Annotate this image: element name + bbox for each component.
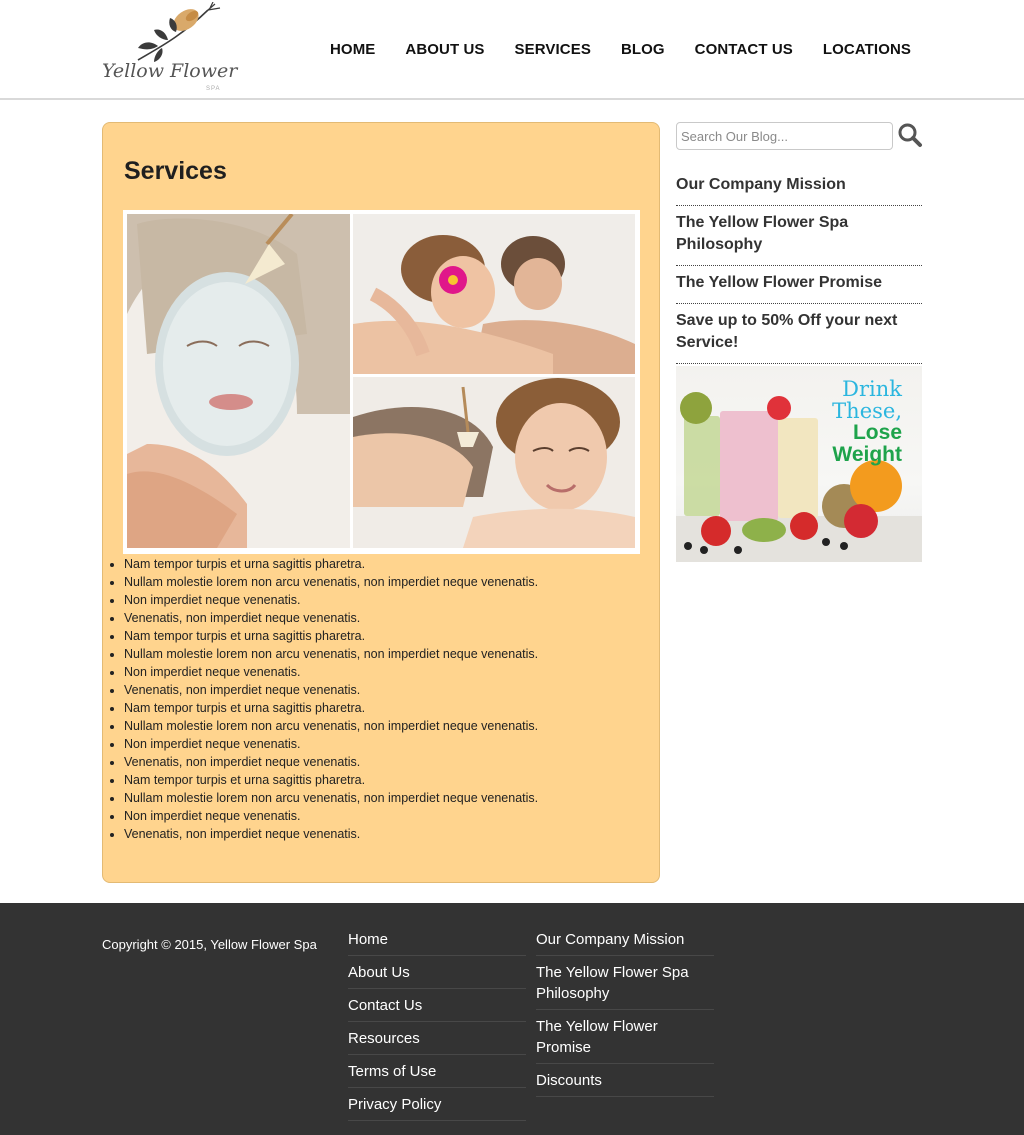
nav-about-us[interactable]: ABOUT US (405, 41, 484, 58)
nav-locations[interactable]: LOCATIONS (823, 41, 911, 58)
logo-wordmark: Yellow Flower (102, 60, 238, 82)
footer-links-column-2: Our Company Mission The Yellow Flower Sp… (536, 923, 714, 1097)
list-item: Non imperdiet neque venenatis. (124, 663, 643, 681)
site-header: Yellow Flower SPA HOME ABOUT US SERVICES… (0, 0, 1024, 100)
list-item: Nam tempor turpis et urna sagittis phare… (124, 699, 643, 717)
footer-link-promise[interactable]: The Yellow Flower Promise (536, 1010, 714, 1064)
services-bullet-list: Nam tempor turpis et urna sagittis phare… (103, 555, 643, 843)
list-item: Venenatis, non imperdiet neque venenatis… (124, 825, 643, 843)
services-photo-collage (123, 210, 640, 554)
sidebar-link-promise[interactable]: The Yellow Flower Promise (676, 267, 922, 304)
sidebar-link-spa-philosophy[interactable]: The Yellow Flower Spa Philosophy (676, 207, 922, 266)
site-logo[interactable]: Yellow Flower SPA (100, 2, 237, 96)
list-item: Non imperdiet neque venenatis. (124, 807, 643, 825)
list-item: Nam tempor turpis et urna sagittis phare… (124, 771, 643, 789)
list-item: Venenatis, non imperdiet neque venenatis… (124, 609, 643, 627)
footer-link-home[interactable]: Home (348, 923, 526, 956)
search-icon[interactable] (897, 122, 923, 148)
footer-link-company-mission[interactable]: Our Company Mission (536, 923, 714, 956)
list-item: Non imperdiet neque venenatis. (124, 591, 643, 609)
list-item: Venenatis, non imperdiet neque venenatis… (124, 681, 643, 699)
list-item: Nullam molestie lorem non arcu venenatis… (124, 789, 643, 807)
facial-treatment-photo (127, 214, 350, 548)
nav-home[interactable]: HOME (330, 41, 375, 58)
footer-link-discounts[interactable]: Discounts (536, 1064, 714, 1097)
flower-logo-icon (137, 2, 221, 62)
list-item: Nam tempor turpis et urna sagittis phare… (124, 555, 643, 573)
ad-headline-line-1: Drink (842, 377, 902, 401)
footer-link-about-us[interactable]: About Us (348, 956, 526, 989)
footer-links-column-1: Home About Us Contact Us Resources Terms… (348, 923, 526, 1121)
list-item: Nullam molestie lorem non arcu venenatis… (124, 573, 643, 591)
smoothie-ad-banner[interactable]: Drink These, Lose Weight (676, 366, 922, 562)
logo-subtitle: SPA (206, 86, 221, 92)
page-title: Services (124, 157, 227, 185)
ad-headline-line-3: Lose (852, 421, 902, 444)
footer-link-resources[interactable]: Resources (348, 1022, 526, 1055)
services-panel: Services • Nam tempor turpis et urna sag… (102, 122, 660, 883)
footer-link-contact-us[interactable]: Contact Us (348, 989, 526, 1022)
couple-massage-photo (353, 214, 635, 374)
site-footer: Copyright © 2015, Yellow Flower Spa Home… (0, 903, 1024, 1135)
blog-search-input[interactable] (676, 122, 893, 150)
sidebar-link-discount-offer[interactable]: Save up to 50% Off your next Service! (676, 305, 922, 364)
nav-contact-us[interactable]: CONTACT US (695, 41, 793, 58)
list-item: Nullam molestie lorem non arcu venenatis… (124, 717, 643, 735)
sidebar-link-company-mission[interactable]: Our Company Mission (676, 172, 922, 206)
services-bullet-list-wrap: Nam tempor turpis et urna sagittis phare… (103, 555, 643, 843)
main-nav: HOME ABOUT US SERVICES BLOG CONTACT US L… (330, 41, 911, 58)
nav-blog[interactable]: BLOG (621, 41, 665, 58)
sidebar-links: Our Company Mission The Yellow Flower Sp… (676, 172, 922, 365)
ad-headline-line-2: These, (832, 399, 902, 423)
list-item: Non imperdiet neque venenatis. (124, 735, 643, 753)
footer-link-terms-of-use[interactable]: Terms of Use (348, 1055, 526, 1088)
list-item: Venenatis, non imperdiet neque venenatis… (124, 753, 643, 771)
footer-link-privacy-policy[interactable]: Privacy Policy (348, 1088, 526, 1121)
ad-headline-line-4: Weight (832, 443, 902, 466)
nav-services[interactable]: SERVICES (515, 41, 591, 58)
footer-link-spa-philosophy[interactable]: The Yellow Flower Spa Philosophy (536, 956, 714, 1010)
list-item: Nullam molestie lorem non arcu venenatis… (124, 645, 643, 663)
back-treatment-photo (353, 377, 635, 548)
copyright-text: Copyright © 2015, Yellow Flower Spa (102, 937, 317, 952)
list-item: Nam tempor turpis et urna sagittis phare… (124, 627, 643, 645)
